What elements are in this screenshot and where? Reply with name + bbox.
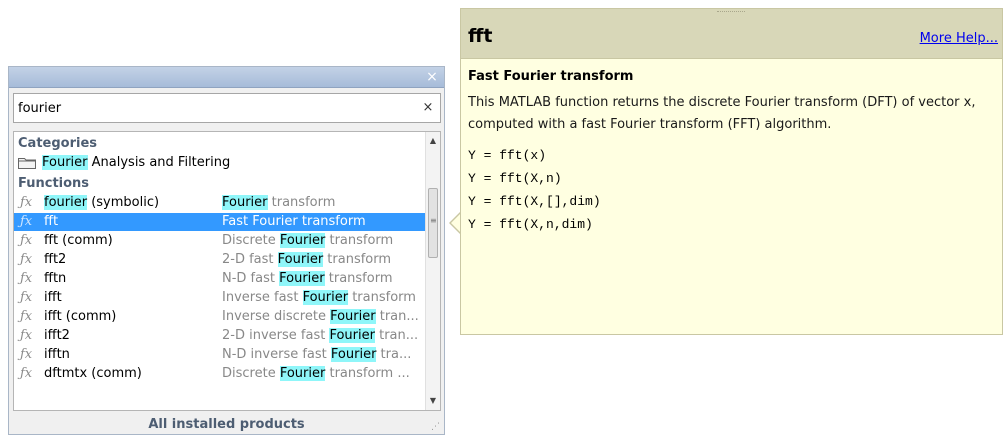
function-icon: ƒx (20, 195, 33, 210)
resize-grip-icon[interactable]: ⋰ (431, 422, 441, 432)
function-name: dftmtx (comm) (44, 366, 142, 381)
results-list: Categories Fourier Analysis and Filterin… (13, 131, 441, 411)
function-row[interactable]: ƒx dftmtx (comm) Discrete Fourier transfor… (14, 365, 427, 383)
syntax-line: Y = fft(X,n) (468, 171, 562, 186)
help-tooltip: fft More Help... Fast Fourier transform … (460, 8, 1003, 335)
function-row[interactable]: ƒx ifftn N-D inverse fast Fourier tra... (14, 346, 427, 364)
syntax-line: Y = fft(X,n,dim) (468, 217, 593, 232)
syntax-line: Y = fft(x) (468, 148, 547, 163)
function-name: fft (44, 214, 59, 229)
function-icon: ƒx (20, 233, 33, 248)
function-name: fourier (symbolic) (44, 195, 160, 210)
function-row[interactable]: ƒx ifft (comm) Inverse discrete Fourier tr… (14, 308, 427, 326)
scroll-down-icon[interactable]: ▼ (426, 394, 440, 408)
function-row[interactable]: ƒx ifft Inverse fast Fourier transform (14, 289, 427, 307)
categories-header: Categories (18, 136, 98, 151)
product-filter-label[interactable]: All installed products (9, 416, 444, 434)
function-row[interactable]: ƒx ifft2 2-D inverse fast Fourier tran... (14, 327, 427, 345)
search-box: × (13, 93, 441, 123)
function-row[interactable]: ƒx fourier (symbolic) Fourier transform (14, 194, 427, 212)
function-description: Discrete Fourier transform (222, 233, 394, 248)
function-icon: ƒx (20, 271, 33, 286)
more-help-link[interactable]: More Help... (920, 31, 998, 46)
panel-titlebar[interactable]: × (9, 67, 444, 88)
category-label: Fourier Analysis and Filtering (42, 155, 231, 170)
search-input[interactable] (18, 97, 408, 119)
function-description: Inverse discrete Fourier tran... (222, 309, 419, 324)
function-description: N-D fast Fourier transform (222, 271, 393, 286)
function-name: fft (comm) (44, 233, 113, 248)
folder-icon (18, 158, 36, 169)
function-icon: ƒx (20, 214, 33, 229)
function-icon: ƒx (20, 309, 33, 324)
close-icon[interactable]: × (424, 67, 440, 87)
function-name: fft2 (44, 252, 67, 267)
function-name: ifft (comm) (44, 309, 117, 324)
functions-header: Functions (18, 176, 90, 191)
function-row[interactable]: ƒx fft (comm) Discrete Fourier transform (14, 232, 427, 250)
help-description: This MATLAB function returns the discret… (468, 95, 976, 132)
clear-search-icon[interactable]: × (420, 98, 436, 118)
function-row-selected[interactable]: ƒx fft Fast Fourier transform (14, 213, 427, 231)
function-name: ifftn (44, 347, 70, 362)
scroll-up-icon[interactable]: ▲ (426, 134, 440, 148)
help-summary: Fast Fourier transform (468, 69, 634, 84)
function-icon: ƒx (20, 366, 33, 381)
help-title: fft (468, 25, 493, 47)
function-icon: ƒx (20, 252, 33, 267)
function-row[interactable]: ƒx fftn N-D fast Fourier transform (14, 270, 427, 288)
function-name: ifft2 (44, 328, 70, 343)
syntax-line: Y = fft(X,[],dim) (468, 194, 601, 209)
function-description: Discrete Fourier transform ... (222, 366, 410, 381)
function-name: ifft (44, 290, 62, 305)
function-description: Inverse fast Fourier transform (222, 290, 416, 305)
scroll-thumb[interactable]: ≡ (428, 188, 438, 258)
function-icon: ƒx (20, 347, 33, 362)
scrollbar[interactable]: ▲ ≡ ▼ (425, 132, 440, 410)
function-row[interactable]: ƒx fft2 2-D fast Fourier transform (14, 251, 427, 269)
function-icon: ƒx (20, 290, 33, 305)
function-browser-panel: × × Categories Fourier Analysis and Filt… (8, 66, 445, 435)
function-description: N-D inverse fast Fourier tra... (222, 347, 412, 362)
function-icon: ƒx (20, 328, 33, 343)
function-description: Fourier transform (222, 195, 336, 210)
function-description: 2-D fast Fourier transform (222, 252, 392, 267)
help-header: fft More Help... (461, 9, 1002, 59)
function-name: fftn (44, 271, 67, 286)
drag-grip-icon[interactable] (717, 11, 745, 18)
category-item[interactable]: Fourier Analysis and Filtering (16, 154, 416, 172)
grip-icon: ≡ (430, 216, 437, 225)
function-description: Fast Fourier transform (222, 214, 366, 229)
function-description: 2-D inverse fast Fourier tran... (222, 328, 419, 343)
